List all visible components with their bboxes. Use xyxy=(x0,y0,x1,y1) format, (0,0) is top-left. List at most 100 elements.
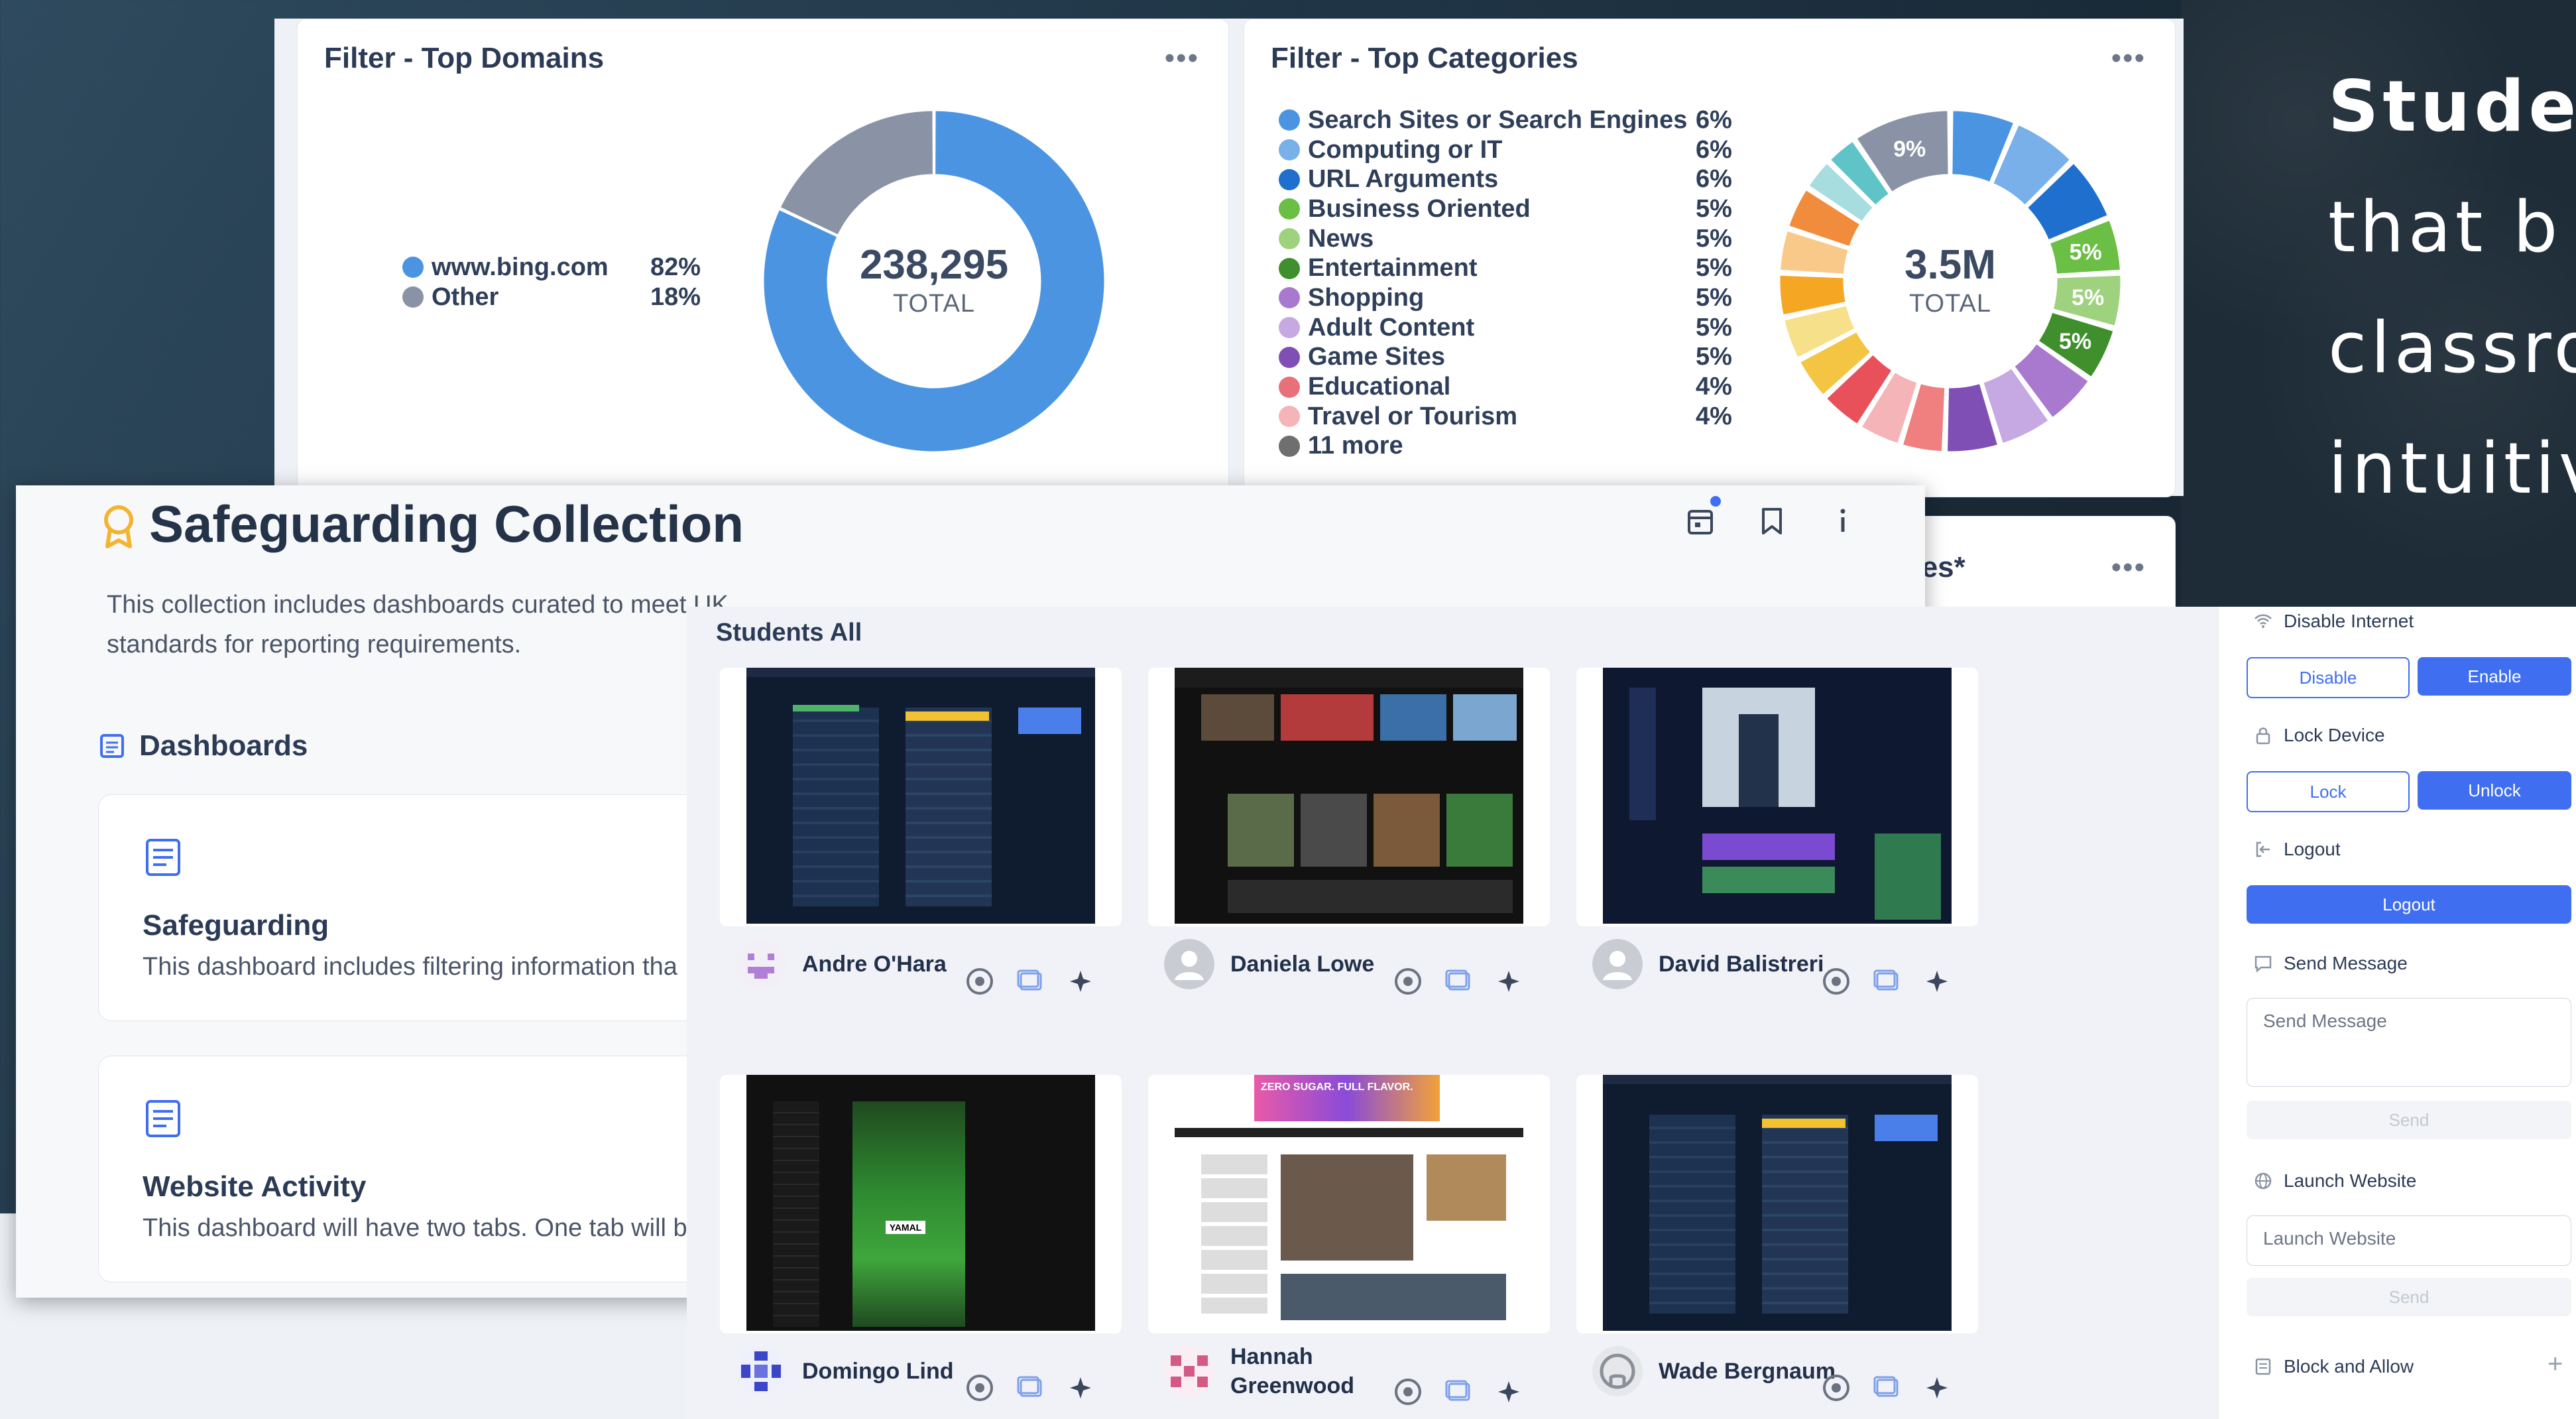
student-screen-tile[interactable] xyxy=(720,668,1122,926)
card-menu-icon[interactable]: ••• xyxy=(2111,551,2146,584)
enable-internet-button[interactable]: Enable xyxy=(2418,657,2571,696)
screen-thumbnail[interactable]: YAMAL xyxy=(746,1075,1095,1331)
device-controls-panel: Disable Internet Disable Enable Lock Dev… xyxy=(2218,607,2576,1419)
chrome-icon[interactable] xyxy=(965,1373,994,1402)
donut-total-value: 3.5M xyxy=(1904,242,1996,288)
calendar-icon[interactable] xyxy=(1687,507,1714,536)
disable-internet-button[interactable]: Disable xyxy=(2247,657,2410,698)
student-row[interactable]: David Balistreri xyxy=(1592,934,1824,994)
legend-item: Search Sites or Search Engines 6% xyxy=(1279,105,1732,135)
chrome-icon[interactable] xyxy=(965,967,994,996)
student-row[interactable]: Wade Bergnaum xyxy=(1592,1341,1836,1401)
donut-slice[interactable] xyxy=(778,109,935,237)
avatar xyxy=(1164,1346,1214,1396)
chrome-icon[interactable] xyxy=(1393,1377,1423,1406)
info-icon[interactable] xyxy=(1833,507,1853,536)
student-actions xyxy=(1393,1377,1523,1406)
legend-label: 11 more xyxy=(1308,432,1403,460)
card-title: Filter - Top Domains xyxy=(324,42,605,74)
avatar xyxy=(736,1346,786,1396)
student-screen-tile[interactable] xyxy=(1576,668,1978,926)
card-title: Filter - Top Categories xyxy=(1271,42,1578,74)
legend-swatch xyxy=(1279,435,1300,457)
screen-thumbnail[interactable] xyxy=(746,668,1095,924)
screen-ad-banner: ZERO SUGAR. FULL FLAVOR. xyxy=(1254,1075,1440,1121)
student-screen-tile[interactable]: ZERO SUGAR. FULL FLAVOR. xyxy=(1148,1075,1550,1333)
window-icon[interactable] xyxy=(1872,967,1901,996)
donut-slice-label: 5% xyxy=(2070,239,2102,265)
legend-swatch xyxy=(402,286,424,308)
student-row[interactable]: Hannah Greenwood xyxy=(1164,1341,1354,1401)
legend-label: www.bing.com xyxy=(432,253,609,281)
legend-value: 4% xyxy=(1696,402,1732,430)
hero-line: intuitive xyxy=(2328,428,2576,509)
screen-thumbnail[interactable] xyxy=(1603,668,1952,924)
legend-swatch xyxy=(1279,139,1300,161)
hero-line: Studen xyxy=(2328,66,2576,147)
legend-swatch xyxy=(1279,406,1300,428)
window-icon[interactable] xyxy=(1872,1373,1901,1402)
chrome-icon[interactable] xyxy=(1393,967,1423,996)
unlock-button[interactable]: Unlock xyxy=(2418,771,2571,810)
legend-swatch xyxy=(1279,168,1300,190)
legend-swatch xyxy=(1279,228,1300,250)
window-icon[interactable] xyxy=(1016,967,1045,996)
student-actions xyxy=(1822,1373,1952,1402)
window-icon[interactable] xyxy=(1016,1373,1045,1402)
dashboard-doc-icon xyxy=(146,1100,180,1137)
card-menu-icon[interactable]: ••• xyxy=(2111,42,2146,75)
students-header: Students All xyxy=(716,619,862,647)
sparkle-icon[interactable] xyxy=(1066,967,1095,996)
label-text: Lock Device xyxy=(2284,725,2385,745)
student-screen-tile[interactable] xyxy=(1576,1075,1978,1333)
student-row[interactable]: Domingo Lind xyxy=(736,1341,954,1401)
launch-website-button[interactable]: Send xyxy=(2247,1278,2571,1316)
legend-value: 5% xyxy=(1696,224,1732,253)
sparkle-icon[interactable] xyxy=(1066,1373,1095,1402)
legend-item: Educational 4% xyxy=(1279,372,1732,402)
card-menu-icon[interactable]: ••• xyxy=(1165,42,1199,75)
legend-swatch xyxy=(1279,376,1300,398)
student-name: Domingo Lind xyxy=(802,1358,954,1384)
legend-value: 6% xyxy=(1696,135,1732,164)
student-screen-tile[interactable]: YAMAL xyxy=(720,1075,1122,1333)
donut-slice-label: 5% xyxy=(2072,285,2104,310)
dashboard-card-title: Safeguarding xyxy=(143,909,329,942)
student-screen-tile[interactable] xyxy=(1148,668,1550,926)
screen-thumbnail[interactable] xyxy=(1175,668,1523,924)
sparkle-icon[interactable] xyxy=(1922,967,1952,996)
sparkle-icon[interactable] xyxy=(1494,1377,1523,1406)
label-text: Launch Website xyxy=(2284,1170,2417,1191)
student-row[interactable]: Andre O'Hara xyxy=(736,934,947,994)
send-message-button[interactable]: Send xyxy=(2247,1101,2571,1139)
chrome-icon[interactable] xyxy=(1822,967,1851,996)
window-icon[interactable] xyxy=(1444,1377,1473,1406)
legend-item: Other 18% xyxy=(402,282,701,312)
dashboards-section-icon xyxy=(100,734,124,758)
logout-button[interactable]: Logout xyxy=(2247,885,2571,924)
bookmark-icon[interactable] xyxy=(1760,507,1784,536)
block-allow-label: Block and Allow xyxy=(2253,1356,2414,1377)
legend-item: Computing or IT 6% xyxy=(1279,135,1732,165)
student-name: David Balistreri xyxy=(1659,951,1824,977)
lock-icon xyxy=(2256,727,2270,745)
send-message-input[interactable]: Send Message xyxy=(2247,998,2571,1087)
window-icon[interactable] xyxy=(1444,967,1473,996)
add-icon[interactable]: + xyxy=(2547,1349,2563,1379)
student-row[interactable]: Daniela Lowe xyxy=(1164,934,1374,994)
collection-title: Safeguarding Collection xyxy=(149,495,744,553)
chrome-icon[interactable] xyxy=(1822,1373,1851,1402)
launch-website-input[interactable]: Launch Website xyxy=(2247,1215,2571,1266)
legend-swatch xyxy=(1279,317,1300,339)
screen-thumbnail[interactable] xyxy=(1603,1075,1952,1331)
lock-button[interactable]: Lock xyxy=(2247,771,2410,812)
disable-internet-label: Disable Internet xyxy=(2253,611,2414,632)
dashboard-card-description: This dashboard will have two tabs. One t… xyxy=(143,1214,687,1242)
label-text: Send Message xyxy=(2284,953,2408,973)
screen-thumbnail[interactable]: ZERO SUGAR. FULL FLAVOR. xyxy=(1175,1075,1523,1331)
legend-value: 5% xyxy=(1696,194,1732,223)
student-name: Daniela Lowe xyxy=(1230,951,1375,977)
legend-label: Entertainment xyxy=(1308,254,1478,282)
sparkle-icon[interactable] xyxy=(1922,1373,1952,1402)
sparkle-icon[interactable] xyxy=(1494,967,1523,996)
